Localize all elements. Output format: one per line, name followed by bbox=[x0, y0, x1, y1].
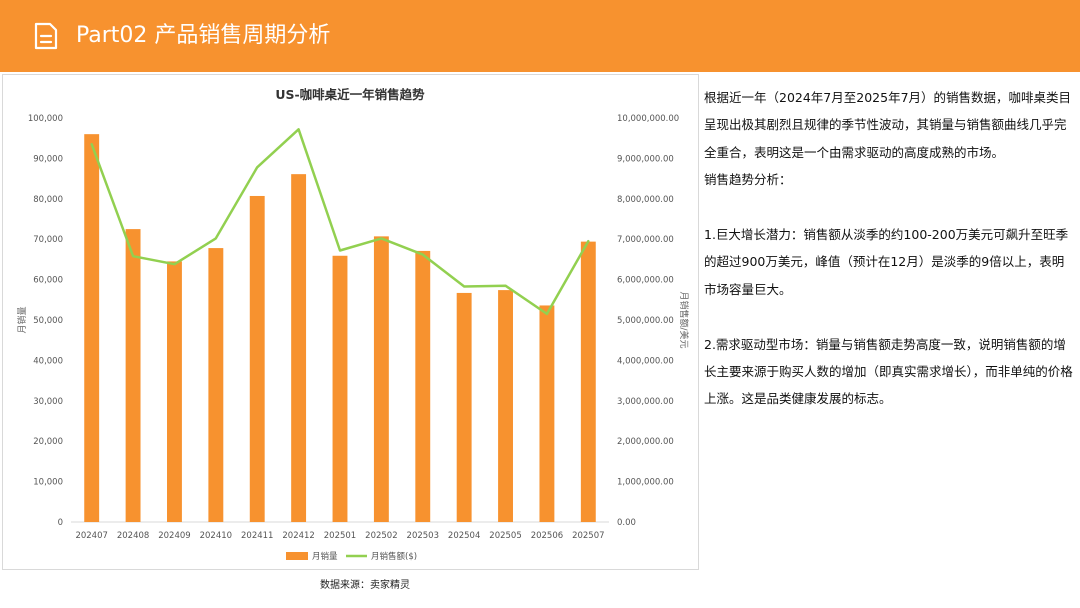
bar bbox=[456, 292, 472, 522]
x-tick-label: 202407 bbox=[75, 531, 107, 541]
bar bbox=[208, 248, 224, 522]
data-source-note: 数据来源：卖家精灵 bbox=[320, 580, 410, 591]
x-tick-label: 202507 bbox=[572, 531, 604, 541]
x-tick-label: 202502 bbox=[365, 531, 397, 541]
y2-tick-label: 8,000,000.00 bbox=[617, 195, 674, 205]
bar bbox=[539, 305, 555, 522]
bar bbox=[125, 229, 141, 522]
legend-bar-label: 月销量 bbox=[312, 551, 338, 562]
bar bbox=[84, 134, 100, 522]
x-tick-label: 202506 bbox=[531, 531, 563, 541]
bar bbox=[167, 261, 182, 522]
y2-tick-label: 0.00 bbox=[617, 518, 636, 528]
bar bbox=[580, 241, 596, 522]
y2-axis-label: 月销售额/美元 bbox=[678, 291, 690, 348]
bar bbox=[249, 195, 265, 523]
y-tick-label: 10,000 bbox=[33, 478, 63, 488]
y2-tick-label: 6,000,000.00 bbox=[617, 276, 674, 286]
analysis-intro: 根据近一年（2024年7月至2025年7月）的销售数据，咖啡桌类目呈现出极其剧烈… bbox=[704, 90, 1072, 160]
x-tick-label: 202504 bbox=[448, 531, 480, 541]
y2-tick-label: 4,000,000.00 bbox=[617, 356, 674, 366]
x-tick-label: 202411 bbox=[241, 531, 273, 541]
analysis-point-2: 2.需求驱动型市场：销量与销售额走势高度一致，说明销售额的增长主要来源于购买人数… bbox=[704, 336, 1073, 407]
analysis-heading: 销售趋势分析： bbox=[704, 172, 792, 188]
y-tick-label: 80,000 bbox=[33, 195, 63, 205]
x-tick-label: 202410 bbox=[200, 531, 232, 541]
y-axis-label: 月销量 bbox=[16, 306, 28, 333]
x-tick-label: 202409 bbox=[158, 531, 190, 541]
y-tick-label: 60,000 bbox=[33, 276, 63, 286]
y-tick-label: 0 bbox=[58, 518, 63, 528]
bar bbox=[291, 174, 307, 522]
y-tick-label: 50,000 bbox=[33, 316, 63, 326]
y2-tick-label: 7,000,000.00 bbox=[617, 235, 674, 245]
x-tick-label: 202412 bbox=[282, 531, 314, 541]
chart-panel: US-咖啡桌近一年销售趋势 0 10,000 20,000 30,000 40,000 50… bbox=[2, 74, 699, 570]
y-tick-label: 90,000 bbox=[33, 154, 63, 164]
analysis-text-panel: 根据近一年（2024年7月至2025年7月）的销售数据，咖啡桌类目呈现出极其剧烈… bbox=[704, 84, 1074, 413]
legend-line-label: 月销售额($) bbox=[371, 551, 417, 562]
x-tick-label: 202501 bbox=[324, 531, 356, 541]
y-tick-label: 20,000 bbox=[33, 437, 63, 447]
document-icon bbox=[34, 22, 58, 50]
bar bbox=[332, 255, 348, 522]
legend-bar-swatch bbox=[286, 552, 308, 560]
sales-trend-chart: US-咖啡桌近一年销售趋势 0 10,000 20,000 30,000 40,000 50… bbox=[16, 87, 690, 562]
bar bbox=[415, 250, 431, 522]
analysis-point-1: 1.巨大增长潜力：销售额从淡季的约100-200万美元可飙升至旺季的超过900万… bbox=[704, 227, 1069, 297]
y-tick-label: 70,000 bbox=[33, 235, 63, 245]
y2-tick-label: 2,000,000.00 bbox=[617, 437, 674, 447]
chart-title: US-咖啡桌近一年销售趋势 bbox=[275, 87, 425, 102]
y-tick-label: 40,000 bbox=[33, 356, 63, 366]
y2-tick-label: 9,000,000.00 bbox=[617, 154, 674, 164]
x-tick-label: 202505 bbox=[489, 531, 521, 541]
page-header: Part02 产品销售周期分析 bbox=[0, 0, 1080, 72]
bar bbox=[498, 290, 513, 522]
y2-tick-label: 10,000,000.00 bbox=[617, 114, 679, 124]
y-tick-label: 30,000 bbox=[33, 397, 63, 407]
page-title: Part02 产品销售周期分析 bbox=[76, 23, 331, 48]
x-tick-label: 202503 bbox=[407, 531, 439, 541]
y2-tick-label: 3,000,000.00 bbox=[617, 397, 674, 407]
y2-tick-label: 5,000,000.00 bbox=[617, 316, 674, 326]
x-tick-label: 202408 bbox=[117, 531, 149, 541]
y2-tick-label: 1,000,000.00 bbox=[617, 478, 674, 488]
bar bbox=[373, 236, 389, 522]
y-tick-label: 100,000 bbox=[28, 114, 63, 124]
